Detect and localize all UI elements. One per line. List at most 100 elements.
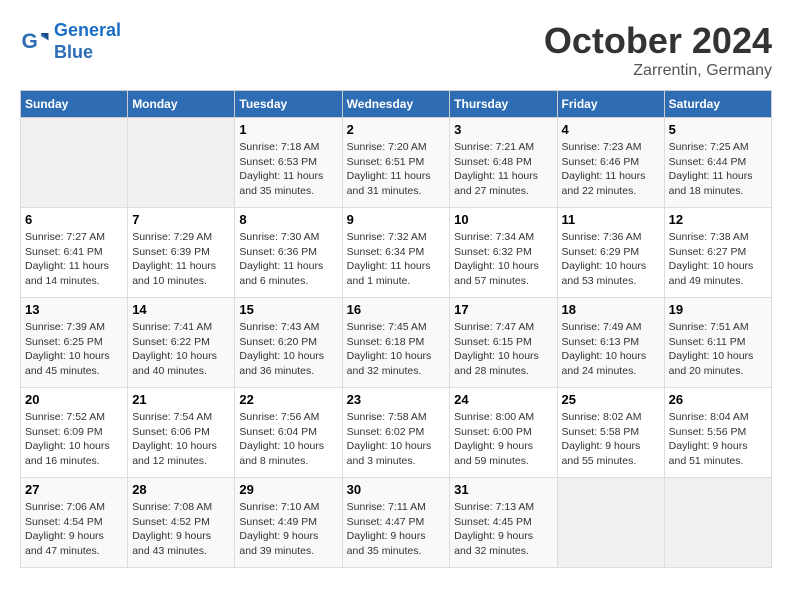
day-number: 30 [347, 482, 446, 497]
day-info: Sunrise: 7:06 AM Sunset: 4:54 PM Dayligh… [25, 500, 123, 559]
calendar-day: 9 Sunrise: 7:32 AM Sunset: 6:34 PM Daylig… [342, 208, 450, 298]
day-number: 2 [347, 122, 446, 137]
calendar-week: 20Sunrise: 7:52 AM Sunset: 6:09 PM Dayli… [21, 388, 772, 478]
calendar-day: 5 Sunrise: 7:25 AM Sunset: 6:44 PM Daylig… [664, 118, 771, 208]
day-info: Sunrise: 7:27 AM Sunset: 6:41 PM Dayligh… [25, 230, 123, 289]
day-info: Sunrise: 8:04 AM Sunset: 5:56 PM Dayligh… [669, 410, 767, 469]
day-number: 9 [347, 212, 446, 227]
day-info: Sunrise: 7:34 AM Sunset: 6:32 PM Dayligh… [454, 230, 552, 289]
header-day: Tuesday [235, 91, 342, 118]
day-number: 28 [132, 482, 230, 497]
day-number: 23 [347, 392, 446, 407]
calendar-day: 31Sunrise: 7:13 AM Sunset: 4:45 PM Dayli… [450, 478, 557, 568]
calendar-day [128, 118, 235, 208]
day-number: 16 [347, 302, 446, 317]
day-info: Sunrise: 7:32 AM Sunset: 6:34 PM Dayligh… [347, 230, 446, 289]
day-info: Sunrise: 7:23 AM Sunset: 6:46 PM Dayligh… [562, 140, 660, 199]
day-number: 21 [132, 392, 230, 407]
calendar-day: 17 Sunrise: 7:47 AM Sunset: 6:15 PM Dayli… [450, 298, 557, 388]
day-number: 14 [132, 302, 230, 317]
day-number: 15 [239, 302, 337, 317]
day-number: 8 [239, 212, 337, 227]
calendar-day: 13 Sunrise: 7:39 AM Sunset: 6:25 PM Dayli… [21, 298, 128, 388]
calendar-day: 18 Sunrise: 7:49 AM Sunset: 6:13 PM Dayli… [557, 298, 664, 388]
day-info: Sunrise: 7:41 AM Sunset: 6:22 PM Dayligh… [132, 320, 230, 379]
header-day: Monday [128, 91, 235, 118]
day-info: Sunrise: 7:10 AM Sunset: 4:49 PM Dayligh… [239, 500, 337, 559]
day-info: Sunrise: 7:52 AM Sunset: 6:09 PM Dayligh… [25, 410, 123, 469]
day-number: 5 [669, 122, 767, 137]
day-number: 17 [454, 302, 552, 317]
calendar-day: 7 Sunrise: 7:29 AM Sunset: 6:39 PM Daylig… [128, 208, 235, 298]
day-info: Sunrise: 7:54 AM Sunset: 6:06 PM Dayligh… [132, 410, 230, 469]
header-day: Wednesday [342, 91, 450, 118]
day-number: 6 [25, 212, 123, 227]
logo-text: General Blue [54, 20, 121, 63]
day-info: Sunrise: 7:29 AM Sunset: 6:39 PM Dayligh… [132, 230, 230, 289]
calendar-week: 13 Sunrise: 7:39 AM Sunset: 6:25 PM Dayli… [21, 298, 772, 388]
day-info: Sunrise: 7:47 AM Sunset: 6:15 PM Dayligh… [454, 320, 552, 379]
day-number: 26 [669, 392, 767, 407]
day-info: Sunrise: 7:11 AM Sunset: 4:47 PM Dayligh… [347, 500, 446, 559]
calendar-day: 11Sunrise: 7:36 AM Sunset: 6:29 PM Dayli… [557, 208, 664, 298]
header-day: Friday [557, 91, 664, 118]
day-info: Sunrise: 7:58 AM Sunset: 6:02 PM Dayligh… [347, 410, 446, 469]
day-info: Sunrise: 7:18 AM Sunset: 6:53 PM Dayligh… [239, 140, 337, 199]
day-number: 24 [454, 392, 552, 407]
calendar-day: 14 Sunrise: 7:41 AM Sunset: 6:22 PM Dayli… [128, 298, 235, 388]
day-number: 3 [454, 122, 552, 137]
day-info: Sunrise: 7:25 AM Sunset: 6:44 PM Dayligh… [669, 140, 767, 199]
calendar-header: SundayMondayTuesdayWednesdayThursdayFrid… [21, 91, 772, 118]
day-info: Sunrise: 7:56 AM Sunset: 6:04 PM Dayligh… [239, 410, 337, 469]
day-info: Sunrise: 7:43 AM Sunset: 6:20 PM Dayligh… [239, 320, 337, 379]
day-number: 29 [239, 482, 337, 497]
day-number: 31 [454, 482, 552, 497]
calendar-day [557, 478, 664, 568]
day-info: Sunrise: 8:02 AM Sunset: 5:58 PM Dayligh… [562, 410, 660, 469]
day-info: Sunrise: 8:00 AM Sunset: 6:00 PM Dayligh… [454, 410, 552, 469]
calendar-week: 6 Sunrise: 7:27 AM Sunset: 6:41 PM Daylig… [21, 208, 772, 298]
day-number: 19 [669, 302, 767, 317]
calendar-day: 16Sunrise: 7:45 AM Sunset: 6:18 PM Dayli… [342, 298, 450, 388]
calendar-day: 29 Sunrise: 7:10 AM Sunset: 4:49 PM Dayli… [235, 478, 342, 568]
logo: G General Blue [20, 20, 121, 63]
calendar-day: 10Sunrise: 7:34 AM Sunset: 6:32 PM Dayli… [450, 208, 557, 298]
calendar-day: 23 Sunrise: 7:58 AM Sunset: 6:02 PM Dayli… [342, 388, 450, 478]
header: G General Blue October 2024 Zarrentin, G… [20, 20, 772, 80]
calendar-day: 12 Sunrise: 7:38 AM Sunset: 6:27 PM Dayli… [664, 208, 771, 298]
calendar-day: 20Sunrise: 7:52 AM Sunset: 6:09 PM Dayli… [21, 388, 128, 478]
header-day: Sunday [21, 91, 128, 118]
day-info: Sunrise: 7:51 AM Sunset: 6:11 PM Dayligh… [669, 320, 767, 379]
svg-text:G: G [22, 30, 38, 53]
day-number: 13 [25, 302, 123, 317]
day-info: Sunrise: 7:20 AM Sunset: 6:51 PM Dayligh… [347, 140, 446, 199]
calendar-title: October 2024 [544, 20, 772, 62]
calendar-day: 24 Sunrise: 8:00 AM Sunset: 6:00 PM Dayli… [450, 388, 557, 478]
calendar-subtitle: Zarrentin, Germany [544, 62, 772, 80]
calendar-day: 30 Sunrise: 7:11 AM Sunset: 4:47 PM Dayli… [342, 478, 450, 568]
day-number: 22 [239, 392, 337, 407]
day-info: Sunrise: 7:21 AM Sunset: 6:48 PM Dayligh… [454, 140, 552, 199]
header-row: SundayMondayTuesdayWednesdayThursdayFrid… [21, 91, 772, 118]
day-number: 1 [239, 122, 337, 137]
day-info: Sunrise: 7:38 AM Sunset: 6:27 PM Dayligh… [669, 230, 767, 289]
header-day: Thursday [450, 91, 557, 118]
logo-icon: G [20, 27, 50, 57]
day-number: 7 [132, 212, 230, 227]
day-number: 18 [562, 302, 660, 317]
calendar-day: 15 Sunrise: 7:43 AM Sunset: 6:20 PM Dayli… [235, 298, 342, 388]
calendar-day: 21 Sunrise: 7:54 AM Sunset: 6:06 PM Dayli… [128, 388, 235, 478]
calendar-day: 28Sunrise: 7:08 AM Sunset: 4:52 PM Dayli… [128, 478, 235, 568]
calendar-day: 6 Sunrise: 7:27 AM Sunset: 6:41 PM Daylig… [21, 208, 128, 298]
calendar-day: 4 Sunrise: 7:23 AM Sunset: 6:46 PM Daylig… [557, 118, 664, 208]
calendar-body: 1 Sunrise: 7:18 AM Sunset: 6:53 PM Daylig… [21, 118, 772, 568]
logo-line2: Blue [54, 42, 93, 62]
day-number: 12 [669, 212, 767, 227]
day-info: Sunrise: 7:49 AM Sunset: 6:13 PM Dayligh… [562, 320, 660, 379]
day-number: 25 [562, 392, 660, 407]
calendar-day: 2 Sunrise: 7:20 AM Sunset: 6:51 PM Daylig… [342, 118, 450, 208]
day-number: 11 [562, 212, 660, 227]
day-info: Sunrise: 7:39 AM Sunset: 6:25 PM Dayligh… [25, 320, 123, 379]
day-number: 4 [562, 122, 660, 137]
calendar-day: 22 Sunrise: 7:56 AM Sunset: 6:04 PM Dayli… [235, 388, 342, 478]
